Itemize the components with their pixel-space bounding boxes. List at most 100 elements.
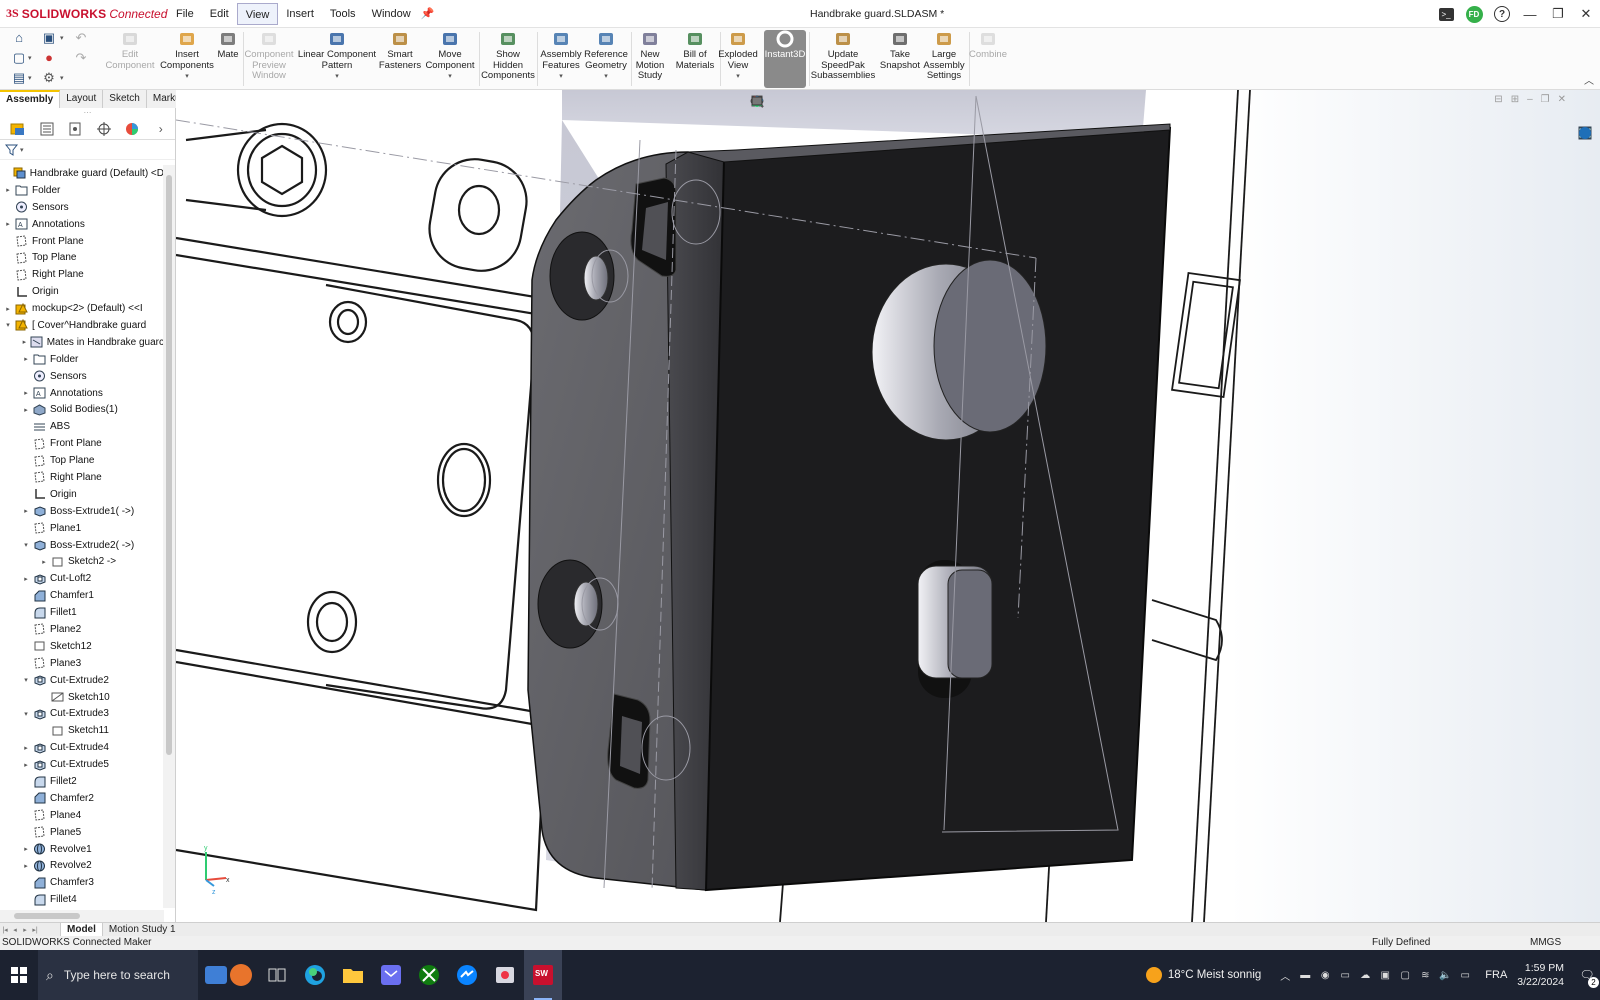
tree-item-annotations[interactable]: ▸ A Annotations [0,385,164,402]
print-icon[interactable]: ▤ [10,70,28,86]
graphics-viewport[interactable]: y x z ⊟ ⊞ – ❐ ✕ [176,90,1600,922]
tab-model[interactable]: Model [60,922,103,937]
menu-tools[interactable]: Tools [322,3,364,25]
print-dropdown-icon[interactable]: ▾ [28,74,32,82]
tree-item-cut-extrude5[interactable]: ▸ Cut-Extrude5 [0,756,164,773]
solidworks-app-icon[interactable]: SW [524,950,562,1000]
snipping-tool-icon[interactable] [486,950,524,1000]
last-tab-arrow-icon[interactable]: ▸| [30,926,40,934]
tree-item-front-plane[interactable]: Front Plane [0,233,164,250]
reference-geometry-dropdown-icon[interactable]: ▾ [604,72,608,80]
assembly-features-button[interactable]: Assembly Features ▾ [539,30,583,88]
section-view-icon[interactable] [751,95,826,110]
start-button[interactable] [0,950,38,1000]
exploded-view-button[interactable]: Exploded View ▾ [716,30,760,88]
tray-battery-icon[interactable]: ▭ [1455,970,1475,981]
tree-item-fillet1[interactable]: Fillet1 [0,604,164,621]
tree-item-plane3[interactable]: Plane3 [0,655,164,672]
tree-item-sketch2[interactable]: ▸ Sketch2 -> [0,553,164,570]
messenger-app-icon[interactable] [448,950,486,1000]
collapse-arrow-icon[interactable]: ▾ [21,710,31,718]
insert-components-button[interactable]: Insert Components ▾ [156,30,218,88]
expand-arrow-icon[interactable]: ▸ [21,845,31,853]
edit-appearance-icon[interactable] [752,96,926,110]
tree-item-sketch12[interactable]: Sketch12 [0,638,164,655]
linear-component-pattern-button[interactable]: Linear Component Pattern ▾ [297,30,377,88]
search-highlight-app[interactable] [198,950,258,1000]
tree-item-cover-handbrake-guard[interactable]: ▾ [ Cover^Handbrake guard [0,317,164,334]
design-library-icon[interactable] [1578,127,1597,161]
app-logo[interactable]: 3S SOLIDWORKS Connected [6,6,167,21]
tree-item-plane2[interactable]: Plane2 [0,621,164,638]
tab-layout[interactable]: Layout [60,90,104,108]
mate-button[interactable]: Mate [216,30,240,88]
tree-item-fillet4[interactable]: Fillet4 [0,891,164,908]
menu-insert[interactable]: Insert [278,3,322,25]
dynamic-annotation-icon[interactable] [751,96,846,110]
collapse-ribbon-icon[interactable]: ︿ [1584,72,1594,87]
apply-scene-icon[interactable] [752,96,946,110]
show-hidden-components-button[interactable]: Show Hidden Components [481,30,535,88]
tray-app2-icon[interactable]: ▣ [1375,970,1395,981]
take-snapshot-button[interactable]: Take Snapshot [878,30,922,88]
file-explorer-app-icon[interactable] [334,950,372,1000]
hide-show-items-icon[interactable] [750,96,906,110]
tree-filter[interactable]: ▾ [0,140,175,160]
dimxpert-tab-icon[interactable] [90,119,119,139]
linear-component-pattern-dropdown-icon[interactable]: ▾ [335,72,339,80]
prev-tab-arrow-icon[interactable]: ◂ [10,926,20,934]
home-icon[interactable]: ⌂ [10,30,28,46]
tree-item-fillet2[interactable]: Fillet2 [0,773,164,790]
tree-item-boss-extrude2[interactable]: ▾ Boss-Extrude2( ->) [0,537,164,554]
restore-button[interactable]: ❐ [1544,0,1572,28]
notification-center[interactable]: 🗨 2 [1574,968,1600,988]
tree-item-chamfer2[interactable]: Chamfer2 [0,790,164,807]
expand-arrow-icon[interactable]: ▸ [21,338,28,346]
expand-arrow-icon[interactable]: ▸ [21,761,31,769]
menu-edit[interactable]: Edit [202,3,237,25]
tree-item-plane5[interactable]: Plane5 [0,824,164,841]
options-dropdown-icon[interactable]: ▾ [60,74,64,82]
tree-item-origin[interactable]: Origin [0,283,164,300]
tree-item-folder[interactable]: ▸ Folder [0,182,164,199]
xbox-app-icon[interactable] [410,950,448,1000]
display-style-icon[interactable] [752,95,886,110]
file-explorer-icon[interactable] [1578,127,1597,180]
mail-app-icon[interactable] [372,950,410,1000]
task-view-icon[interactable] [258,950,296,1000]
view-orientation-icon[interactable] [752,95,866,110]
tray-chevron-icon[interactable]: ︿ [1275,968,1295,983]
panel-expand-icon[interactable]: › [147,119,176,139]
instant3d-button[interactable]: Instant3D [764,30,806,88]
redo-icon[interactable]: ↷ [72,50,90,66]
tray-onedrive-icon[interactable]: ☁ [1355,970,1375,981]
tree-horizontal-scrollbar[interactable] [0,910,164,922]
tree-item-chamfer1[interactable]: Chamfer1 [0,587,164,604]
tree-item-sketch11[interactable]: Sketch11 [0,722,164,739]
status-units[interactable]: MMGS [1530,936,1561,950]
viewport-tile2-icon[interactable]: ⊞ [1511,94,1519,105]
move-component-button[interactable]: Move Component ▾ [424,30,476,88]
zoom-to-area-icon[interactable] [751,95,786,110]
assembly-features-dropdown-icon[interactable]: ▾ [559,72,563,80]
tree-item-cut-extrude4[interactable]: ▸ Cut-Extrude4 [0,739,164,756]
viewport-restore-icon[interactable]: ❐ [1541,94,1550,105]
tray-display-icon[interactable]: ▢ [1395,970,1415,981]
large-assembly-settings-button[interactable]: Large Assembly Settings [922,30,966,88]
tree-vertical-scrollbar[interactable] [163,165,175,908]
custom-properties-icon[interactable] [1578,126,1597,218]
panel-splitter[interactable]: ⋯ [0,108,175,118]
viewport-minimize-icon[interactable]: – [1527,94,1533,105]
help-icon[interactable]: ? [1488,0,1516,28]
tree-item-handbrake-guard-default-d[interactable]: Handbrake guard (Default) <D [0,165,164,182]
menu-file[interactable]: File [168,3,202,25]
first-tab-arrow-icon[interactable]: |◂ [0,926,10,934]
clock[interactable]: 1:59 PM 3/22/2024 [1517,961,1564,989]
exploded-view-dropdown-icon[interactable]: ▾ [736,72,740,80]
viewport-close-icon[interactable]: ✕ [1558,94,1566,105]
tray-steam-icon[interactable]: ◉ [1315,970,1335,981]
tree-item-right-plane[interactable]: Right Plane [0,469,164,486]
taskbar-search[interactable]: ⌕ Type here to search [38,950,198,1000]
tab-sketch[interactable]: Sketch [103,90,147,108]
tree-item-front-plane[interactable]: Front Plane [0,435,164,452]
